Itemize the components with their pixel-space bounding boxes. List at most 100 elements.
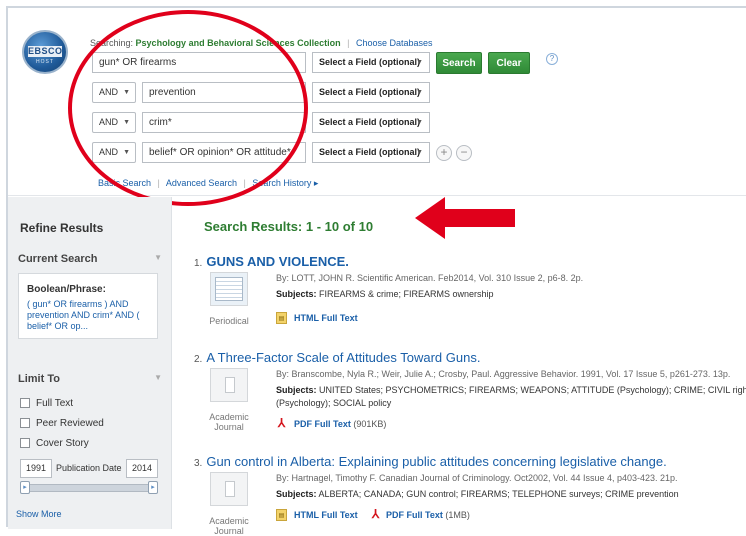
result-item-3: 3. Gun control in Alberta: Explaining pub… bbox=[194, 454, 746, 536]
checkbox-box[interactable] bbox=[20, 438, 30, 448]
boolean-phrase-query[interactable]: ( gun* OR firearms ) AND prevention AND … bbox=[27, 299, 149, 332]
field-select-label: Select a Field (optional) bbox=[319, 87, 421, 97]
subjects-text[interactable]: ALBERTA; CANADA; GUN control; FIREARMS; … bbox=[319, 489, 679, 499]
field-select-3[interactable]: Select a Field (optional) ▼ bbox=[312, 112, 430, 133]
checkbox-label: Full Text bbox=[36, 398, 74, 409]
academic-journal-icon[interactable] bbox=[210, 368, 248, 402]
journal-icon-page bbox=[225, 481, 235, 497]
boolean-operator: AND bbox=[99, 147, 119, 157]
result-item-2: 2. A Three-Factor Scale of Attitudes Towa… bbox=[194, 350, 746, 450]
results-heading: Search Results: 1 - 10 of 10 bbox=[204, 219, 374, 234]
boolean-phrase-box: Boolean/Phrase: ( gun* OR firearms ) AND… bbox=[18, 273, 158, 339]
logo-sub: HOST bbox=[36, 59, 54, 65]
pdf-icon[interactable]: ⅄ bbox=[276, 417, 287, 429]
field-select-4[interactable]: Select a Field (optional) ▼ bbox=[312, 142, 430, 163]
result-title[interactable]: 2. A Three-Factor Scale of Attitudes Towa… bbox=[194, 350, 480, 365]
checkbox-box[interactable] bbox=[20, 398, 30, 408]
ebsco-logo[interactable]: EBSCO HOST bbox=[22, 30, 68, 74]
boolean-phrase-label: Boolean/Phrase: bbox=[27, 284, 106, 295]
search-term-input-1[interactable]: gun* OR firearms bbox=[92, 52, 306, 73]
date-to-input[interactable]: 2014 bbox=[126, 459, 158, 478]
result-byline: By: Hartnagel, Timothy F. Canadian Journ… bbox=[276, 473, 678, 483]
add-row-icon[interactable]: + bbox=[436, 145, 452, 161]
result-type: Academic Journal bbox=[209, 516, 249, 536]
search-term-input-2[interactable]: prevention bbox=[142, 82, 306, 103]
html-full-text-icon[interactable]: ▤ bbox=[276, 509, 287, 521]
field-select-1[interactable]: Select a Field (optional) ▼ bbox=[312, 52, 430, 73]
limit-to-label: Limit To bbox=[18, 373, 60, 385]
result-type: Academic Journal bbox=[209, 412, 249, 432]
advanced-search-link[interactable]: Advanced Search bbox=[166, 178, 237, 188]
subjects-label: Subjects: bbox=[276, 289, 317, 299]
result-title-text[interactable]: GUNS AND VIOLENCE. bbox=[206, 254, 349, 269]
limit-to-header[interactable]: Limit To ▼ bbox=[18, 373, 162, 389]
choose-databases-link[interactable]: Choose Databases bbox=[356, 38, 433, 48]
result-subjects-cont[interactable]: (Psychology); SOCIAL policy bbox=[276, 398, 391, 408]
full-text-checkbox[interactable]: Full Text bbox=[20, 398, 73, 412]
checkbox-label: Peer Reviewed bbox=[36, 418, 104, 429]
pdf-full-text-link[interactable]: PDF Full Text (901KB) bbox=[294, 419, 386, 429]
search-history-link[interactable]: Search History ▸ bbox=[252, 178, 318, 188]
searching-line: Searching: Psychology and Behavioral Sci… bbox=[90, 38, 433, 48]
search-button[interactable]: Search bbox=[436, 52, 482, 74]
chevron-down-icon: ▼ bbox=[154, 373, 162, 382]
field-select-label: Select a Field (optional) bbox=[319, 117, 421, 127]
annotation-arrow bbox=[415, 197, 515, 239]
pdf-icon[interactable]: ⅄ bbox=[370, 508, 381, 520]
html-full-text-link[interactable]: HTML Full Text bbox=[294, 510, 358, 520]
collection-name[interactable]: Psychology and Behavioral Sciences Colle… bbox=[136, 38, 341, 48]
pdf-link-label[interactable]: PDF Full Text bbox=[386, 510, 443, 520]
current-search-label: Current Search bbox=[18, 253, 98, 265]
result-item-1: 1. GUNS AND VIOLENCE. Periodical By: LOTT… bbox=[194, 254, 746, 340]
html-full-text-link[interactable]: HTML Full Text bbox=[294, 313, 358, 323]
periodical-icon[interactable] bbox=[210, 272, 248, 306]
date-slider-track[interactable] bbox=[22, 484, 154, 492]
subjects-text[interactable]: UNITED States; PSYCHOMETRICS; FIREARMS; … bbox=[319, 385, 746, 395]
current-search-header[interactable]: Current Search ▼ bbox=[18, 253, 162, 269]
result-byline: By: Branscombe, Nyla R.; Weir, Julie A.;… bbox=[276, 369, 731, 379]
boolean-select-3[interactable]: AND ▼ bbox=[92, 112, 136, 133]
search-term-input-3[interactable]: crim* bbox=[142, 112, 306, 133]
result-title[interactable]: 3. Gun control in Alberta: Explaining pub… bbox=[194, 454, 667, 469]
pdf-full-text-link[interactable]: PDF Full Text (1MB) bbox=[386, 510, 470, 520]
result-type: Periodical bbox=[209, 316, 249, 326]
clear-button[interactable]: Clear bbox=[488, 52, 530, 74]
result-title-text[interactable]: A Three-Factor Scale of Attitudes Toward… bbox=[206, 350, 480, 365]
subjects-label: Subjects: bbox=[276, 489, 317, 499]
chevron-down-icon: ▼ bbox=[416, 119, 423, 126]
pdf-link-label[interactable]: PDF Full Text bbox=[294, 419, 351, 429]
cover-story-checkbox[interactable]: Cover Story bbox=[20, 438, 89, 452]
result-title-text[interactable]: Gun control in Alberta: Explaining publi… bbox=[206, 454, 666, 469]
boolean-select-2[interactable]: AND ▼ bbox=[92, 82, 136, 103]
result-byline: By: LOTT, JOHN R. Scientific American. F… bbox=[276, 273, 584, 283]
publication-date-label: Publication Date bbox=[56, 463, 122, 473]
chevron-down-icon: ▼ bbox=[123, 149, 130, 156]
search-term-input-4[interactable]: belief* OR opinion* OR attitude* bbox=[142, 142, 306, 163]
result-title[interactable]: 1. GUNS AND VIOLENCE. bbox=[194, 254, 349, 269]
basic-search-link[interactable]: Basic Search bbox=[98, 178, 151, 188]
remove-row-icon[interactable]: − bbox=[456, 145, 472, 161]
searching-label: Searching: bbox=[90, 38, 134, 48]
pdf-size: (901KB) bbox=[353, 419, 387, 429]
boolean-select-4[interactable]: AND ▼ bbox=[92, 142, 136, 163]
result-number: 3. bbox=[194, 458, 203, 469]
peer-reviewed-checkbox[interactable]: Peer Reviewed bbox=[20, 418, 104, 432]
subjects-label: Subjects: bbox=[276, 385, 317, 395]
field-select-2[interactable]: Select a Field (optional) ▼ bbox=[312, 82, 430, 103]
html-full-text-icon[interactable]: ▤ bbox=[276, 312, 287, 324]
boolean-operator: AND bbox=[99, 117, 119, 127]
divider: | bbox=[157, 178, 160, 188]
academic-journal-icon[interactable] bbox=[210, 472, 248, 506]
date-from-input[interactable]: 1991 bbox=[20, 459, 52, 478]
date-slider-handle-end[interactable]: ▸ bbox=[148, 481, 158, 494]
result-subjects: Subjects: FIREARMS & crime; FIREARMS own… bbox=[276, 289, 494, 299]
subjects-text[interactable]: FIREARMS & crime; FIREARMS ownership bbox=[319, 289, 494, 299]
app-frame: EBSCO HOST Searching: Psychology and Beh… bbox=[6, 6, 746, 536]
help-icon[interactable]: ? bbox=[546, 53, 558, 65]
show-more-link[interactable]: Show More bbox=[16, 509, 62, 519]
result-number: 1. bbox=[194, 258, 203, 269]
refine-sidebar: Refine Results Current Search ▼ Boolean/… bbox=[8, 197, 172, 529]
date-slider-handle-start[interactable]: ▸ bbox=[20, 481, 30, 494]
refine-results-title: Refine Results bbox=[20, 221, 104, 235]
checkbox-box[interactable] bbox=[20, 418, 30, 428]
